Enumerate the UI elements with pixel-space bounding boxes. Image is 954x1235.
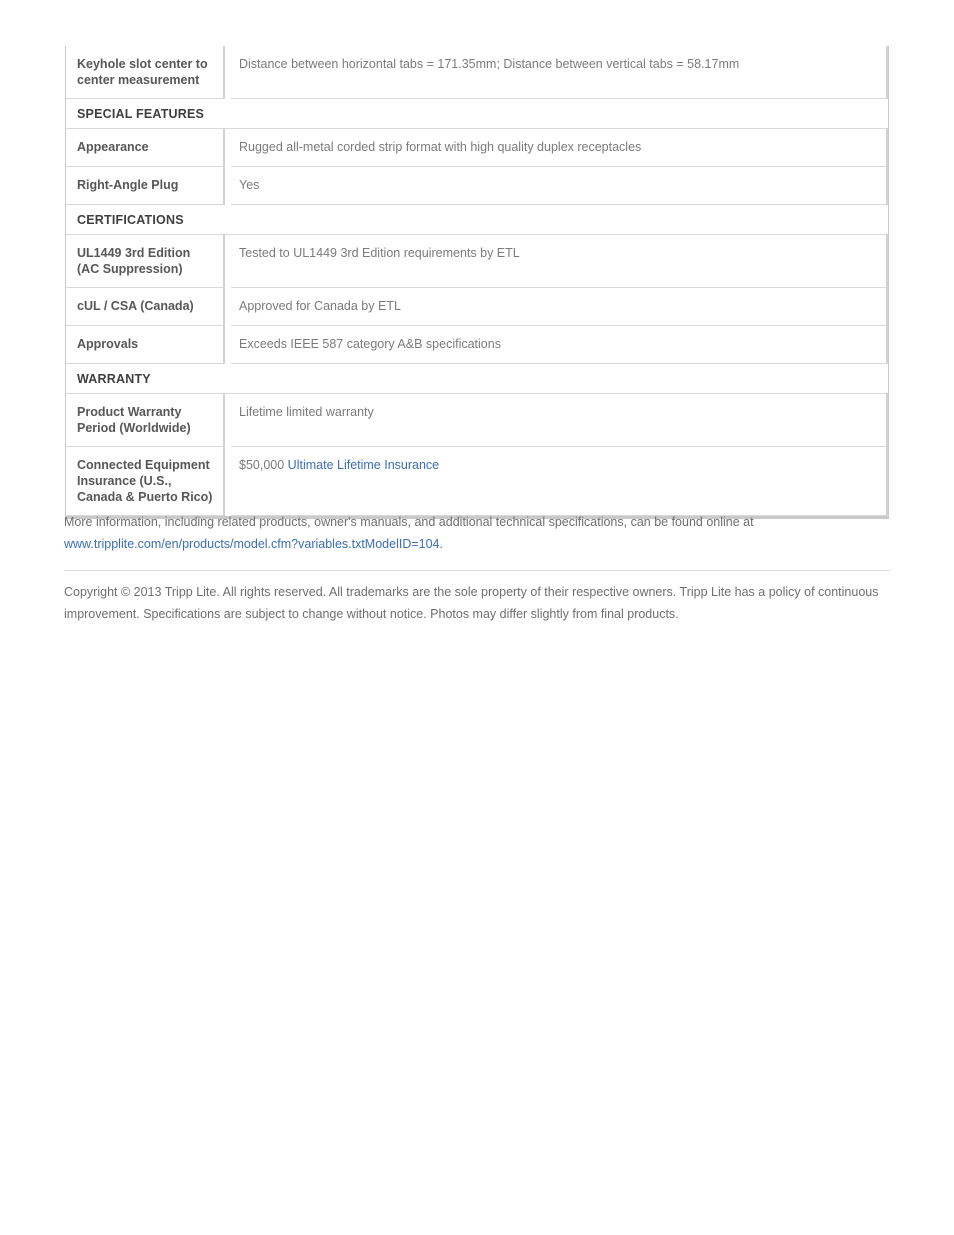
spec-value: $50,000 Ultimate Lifetime Insurance [231, 446, 888, 516]
specifications-table-body: Keyhole slot center to center measuremen… [66, 46, 888, 516]
spec-section-header-row: CERTIFICATIONS [66, 204, 887, 235]
spec-cell-gap [224, 288, 231, 326]
copyright-paragraph: Copyright © 2013 Tripp Lite. All rights … [64, 585, 879, 621]
more-information-text: More information, including related prod… [64, 515, 754, 529]
spec-section-header-row: WARRANTY [66, 363, 887, 394]
spec-label: Appearance [66, 128, 225, 167]
spec-row: Approvals Exceeds IEEE 587 category A&B s… [66, 325, 888, 364]
more-information-paragraph: More information, including related prod… [64, 511, 892, 555]
spec-cell-gap [224, 46, 231, 99]
more-information-period: . [439, 537, 443, 551]
spec-label: UL1449 3rd Edition (AC Suppression) [66, 234, 225, 288]
spec-cell-gap [224, 167, 231, 205]
spec-value: Yes [231, 166, 888, 205]
spec-label: Keyhole slot center to center measuremen… [66, 46, 225, 99]
spec-row: Keyhole slot center to center measuremen… [66, 46, 888, 99]
spec-value: Distance between horizontal tabs = 171.3… [231, 46, 888, 99]
spec-row: Right-Angle Plug Yes [66, 166, 888, 205]
spec-value: Exceeds IEEE 587 category A&B specificat… [231, 325, 888, 364]
spec-section-title: WARRANTY [66, 363, 887, 394]
spec-section-title: SPECIAL FEATURES [66, 98, 887, 129]
spec-label: Approvals [66, 325, 225, 364]
spec-cell-gap [224, 394, 231, 447]
spec-row: Product Warranty Period (Worldwide) Lifet… [66, 393, 888, 447]
spec-section-header-row: SPECIAL FEATURES [66, 98, 887, 129]
spec-row: Appearance Rugged all-metal corded strip … [66, 128, 888, 167]
spec-value: Tested to UL1449 3rd Edition requirement… [231, 234, 888, 288]
spec-cell-gap [224, 326, 231, 364]
spec-cell-gap [224, 129, 231, 167]
spec-label: Connected Equipment Insurance (U.S., Can… [66, 446, 225, 516]
spec-cell-gap [224, 447, 231, 516]
spec-value-prefix: $50,000 [239, 458, 288, 472]
spec-row: UL1449 3rd Edition (AC Suppression) Teste… [66, 234, 888, 288]
spec-row: Connected Equipment Insurance (U.S., Can… [66, 446, 888, 516]
spec-label: Right-Angle Plug [66, 166, 225, 205]
spec-value: Lifetime limited warranty [231, 393, 888, 447]
specifications-table: Keyhole slot center to center measuremen… [66, 46, 888, 516]
spec-cell-gap [224, 235, 231, 288]
spec-label: Product Warranty Period (Worldwide) [66, 393, 225, 447]
spec-section-title: CERTIFICATIONS [66, 204, 887, 235]
specifications-table-container: Keyhole slot center to center measuremen… [65, 46, 889, 519]
product-page-link[interactable]: www.tripplite.com/en/products/model.cfm?… [64, 537, 440, 551]
spec-value: Approved for Canada by ETL [231, 287, 888, 326]
spec-label: cUL / CSA (Canada) [66, 287, 225, 326]
ultimate-lifetime-insurance-link[interactable]: Ultimate Lifetime Insurance [288, 458, 439, 472]
footer-divider [64, 570, 890, 571]
spec-value: Rugged all-metal corded strip format wit… [231, 128, 888, 167]
spec-row: cUL / CSA (Canada) Approved for Canada by… [66, 287, 888, 326]
